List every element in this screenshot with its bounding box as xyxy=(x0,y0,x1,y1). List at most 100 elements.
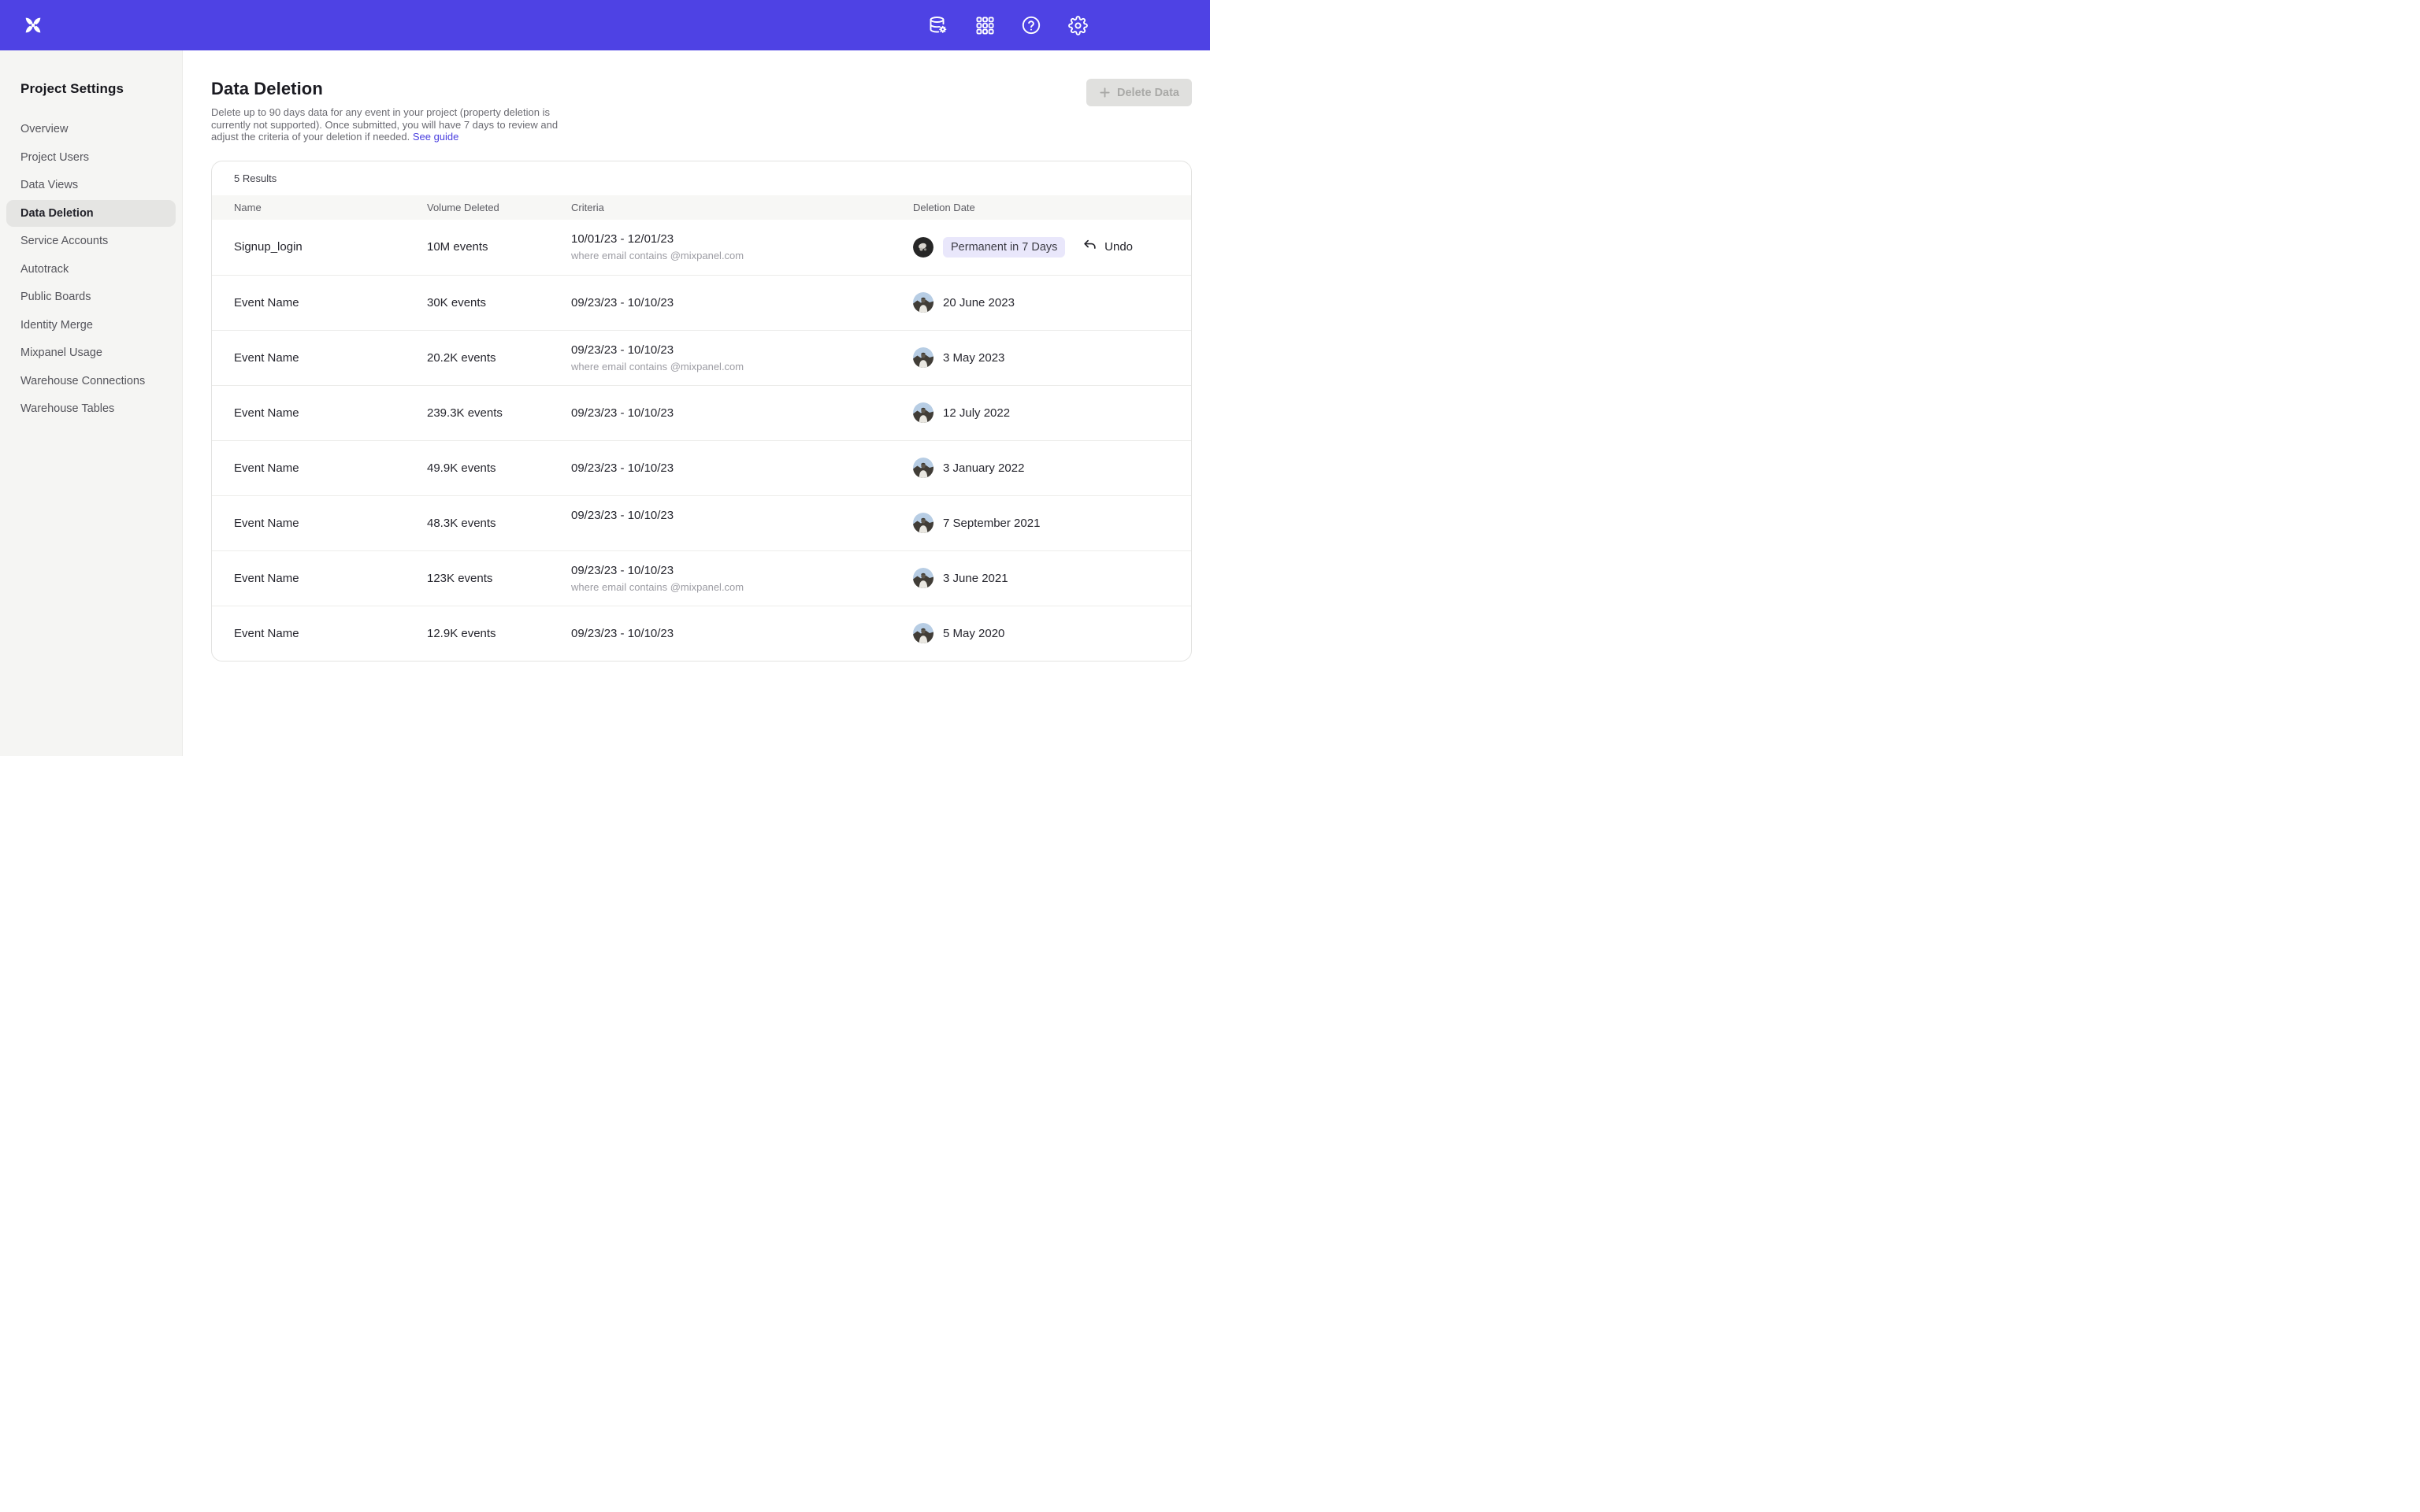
table-row: Event Name 20.2K events 09/23/23 - 10/10… xyxy=(212,330,1191,385)
row-deletion-cell: 20 June 2023 xyxy=(913,292,1191,313)
criteria-range: 09/23/23 - 10/10/23 xyxy=(571,296,913,309)
deletion-date: 7 September 2021 xyxy=(943,517,1040,530)
main-content: Data Deletion Delete up to 90 days data … xyxy=(183,50,1210,756)
table-row: Event Name 12.9K events 09/23/23 - 10/10… xyxy=(212,606,1191,661)
page-description-text: Delete up to 90 days data for any event … xyxy=(211,106,558,143)
sidebar-item[interactable]: Project Users xyxy=(6,144,176,171)
row-volume: 48.3K events xyxy=(427,517,571,530)
table-row: Signup_login 10M events 10/01/23 - 12/01… xyxy=(212,220,1191,275)
settings-icon[interactable] xyxy=(1067,15,1088,35)
undo-icon xyxy=(1082,239,1097,254)
row-criteria: 09/23/23 - 10/10/23 xyxy=(571,461,913,475)
sidebar-item[interactable]: Service Accounts xyxy=(6,228,176,254)
table-row: Event Name 49.9K events 09/23/23 - 10/10… xyxy=(212,440,1191,495)
row-deletion-cell: 3 June 2021 xyxy=(913,568,1191,588)
see-guide-link[interactable]: See guide xyxy=(413,131,459,143)
sidebar-item[interactable]: Identity Merge xyxy=(6,312,176,339)
deletion-date: 5 May 2020 xyxy=(943,627,1004,640)
row-name: Signup_login xyxy=(234,240,427,254)
user-avatar xyxy=(913,513,933,533)
row-name: Event Name xyxy=(234,461,427,475)
row-name: Event Name xyxy=(234,517,427,530)
sidebar-item[interactable]: Autotrack xyxy=(6,256,176,283)
sidebar: Project Settings OverviewProject UsersDa… xyxy=(0,50,183,756)
row-name: Event Name xyxy=(234,296,427,309)
sidebar-item[interactable]: Data Views xyxy=(6,172,176,198)
sidebar-item[interactable]: Data Deletion xyxy=(6,200,176,227)
status-badge: Permanent in 7 Days xyxy=(943,237,1065,258)
criteria-range: 09/23/23 - 10/10/23 xyxy=(571,461,913,475)
criteria-range: 09/23/23 - 10/10/23 xyxy=(571,509,913,522)
user-avatar xyxy=(913,292,933,313)
delete-data-label: Delete Data xyxy=(1117,87,1179,99)
row-criteria: 09/23/23 - 10/10/23 xyxy=(571,509,913,538)
user-avatar xyxy=(913,347,933,368)
criteria-range: 09/23/23 - 10/10/23 xyxy=(571,406,913,420)
plus-icon xyxy=(1099,87,1111,98)
row-volume: 12.9K events xyxy=(427,627,571,640)
page-header-text: Data Deletion Delete up to 90 days data … xyxy=(211,79,567,143)
table-row: Event Name 30K events 09/23/23 - 10/10/2… xyxy=(212,275,1191,330)
criteria-subtext: where email contains @mixpanel.com xyxy=(571,250,913,261)
criteria-subtext: where email contains @mixpanel.com xyxy=(571,361,913,372)
deletion-date: 3 May 2023 xyxy=(943,351,1004,365)
user-avatar xyxy=(913,458,933,478)
results-count: 5 Results xyxy=(212,161,1191,195)
apps-grid-icon[interactable] xyxy=(974,15,995,35)
deletion-date: 3 January 2022 xyxy=(943,461,1024,475)
sidebar-nav: OverviewProject UsersData ViewsData Dele… xyxy=(0,116,182,422)
row-criteria: 09/23/23 - 10/10/23 where email contains… xyxy=(571,343,913,372)
sidebar-title: Project Settings xyxy=(0,81,182,97)
row-criteria: 09/23/23 - 10/10/23 xyxy=(571,406,913,420)
row-volume: 30K events xyxy=(427,296,571,309)
user-avatar xyxy=(913,568,933,588)
row-criteria: 09/23/23 - 10/10/23 where email contains… xyxy=(571,564,913,593)
navbar-actions xyxy=(928,15,1088,35)
table-row: Event Name 239.3K events 09/23/23 - 10/1… xyxy=(212,385,1191,440)
row-criteria: 09/23/23 - 10/10/23 xyxy=(571,627,913,640)
page-header: Data Deletion Delete up to 90 days data … xyxy=(211,79,1192,143)
row-volume: 49.9K events xyxy=(427,461,571,475)
sidebar-item[interactable]: Warehouse Connections xyxy=(6,368,176,395)
row-deletion-cell: 7 September 2021 xyxy=(913,513,1191,533)
user-avatar xyxy=(913,237,933,258)
row-name: Event Name xyxy=(234,627,427,640)
column-header-volume: Volume Deleted xyxy=(427,202,571,213)
row-volume: 20.2K events xyxy=(427,351,571,365)
row-name: Event Name xyxy=(234,351,427,365)
criteria-subtext: where email contains @mixpanel.com xyxy=(571,581,913,593)
deletion-date: 20 June 2023 xyxy=(943,296,1015,309)
table-header-row: Name Volume Deleted Criteria Deletion Da… xyxy=(212,195,1191,220)
row-name: Event Name xyxy=(234,572,427,585)
criteria-range: 09/23/23 - 10/10/23 xyxy=(571,564,913,577)
column-header-deletion-date: Deletion Date xyxy=(913,202,1191,213)
sidebar-item[interactable]: Warehouse Tables xyxy=(6,395,176,422)
sidebar-item[interactable]: Mixpanel Usage xyxy=(6,339,176,366)
page-title: Data Deletion xyxy=(211,79,567,99)
help-icon[interactable] xyxy=(1021,15,1041,35)
sidebar-item[interactable]: Public Boards xyxy=(6,284,176,310)
row-name: Event Name xyxy=(234,406,427,420)
table-body: Signup_login 10M events 10/01/23 - 12/01… xyxy=(212,220,1191,661)
deletion-table-card: 5 Results Name Volume Deleted Criteria D… xyxy=(211,161,1192,662)
undo-label: Undo xyxy=(1104,240,1133,254)
row-deletion-cell: 3 January 2022 xyxy=(913,458,1191,478)
row-deletion-cell: Permanent in 7 Days Undo xyxy=(913,237,1191,258)
delete-data-button[interactable]: Delete Data xyxy=(1086,79,1192,106)
criteria-range: 09/23/23 - 10/10/23 xyxy=(571,627,913,640)
table-row: Event Name 48.3K events 09/23/23 - 10/10… xyxy=(212,495,1191,550)
row-deletion-cell: 12 July 2022 xyxy=(913,402,1191,423)
column-header-name: Name xyxy=(234,202,427,213)
row-volume: 123K events xyxy=(427,572,571,585)
user-avatar xyxy=(913,402,933,423)
criteria-range: 10/01/23 - 12/01/23 xyxy=(571,232,913,246)
undo-button[interactable]: Undo xyxy=(1082,239,1133,254)
row-volume: 10M events xyxy=(427,240,571,254)
criteria-range: 09/23/23 - 10/10/23 xyxy=(571,343,913,357)
mixpanel-logo-icon[interactable] xyxy=(19,11,47,39)
data-management-icon[interactable] xyxy=(928,15,948,35)
sidebar-item[interactable]: Overview xyxy=(6,116,176,143)
user-avatar xyxy=(913,623,933,643)
row-criteria: 10/01/23 - 12/01/23 where email contains… xyxy=(571,232,913,261)
deletion-date: 12 July 2022 xyxy=(943,406,1010,420)
